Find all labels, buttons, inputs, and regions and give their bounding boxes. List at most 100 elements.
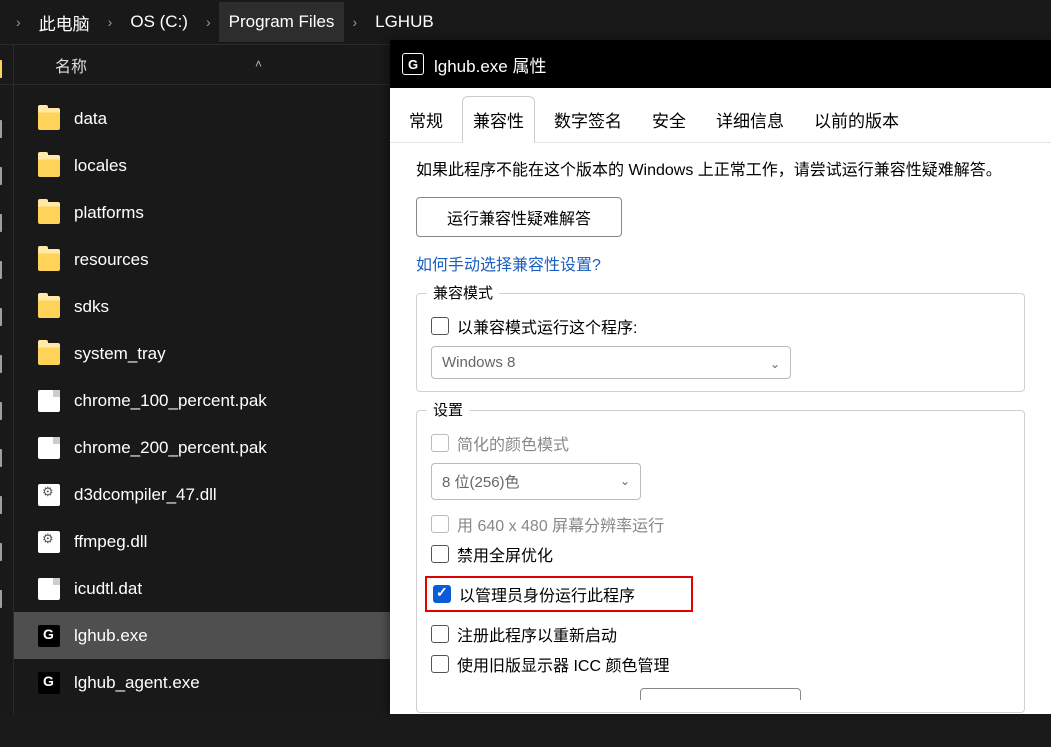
column-header-name[interactable]: 名称 ˄ <box>0 45 390 85</box>
file-row[interactable]: data <box>0 95 390 142</box>
file-name-label: sdks <box>74 297 109 317</box>
tab-details[interactable]: 详细信息 <box>705 96 795 142</box>
register-restart-row[interactable]: 注册此程序以重新启动 <box>431 622 1010 646</box>
checkbox-icon <box>431 317 449 335</box>
file-row[interactable]: resources <box>0 236 390 283</box>
chevron-down-icon: ⌄ <box>620 474 630 488</box>
dialog-tabs: 常规 兼容性 数字签名 安全 详细信息 以前的版本 <box>390 88 1051 143</box>
file-row[interactable]: chrome_100_percent.pak <box>0 377 390 424</box>
folder-icon <box>38 249 60 271</box>
file-name-label: icudtl.dat <box>74 579 142 599</box>
register-restart-label: 注册此程序以重新启动 <box>457 622 617 646</box>
color-mode-select: 8 位(256)色 ⌄ <box>431 463 641 500</box>
file-name-label: ffmpeg.dll <box>74 532 147 552</box>
legacy-icc-row[interactable]: 使用旧版显示器 ICC 颜色管理 <box>431 652 1010 676</box>
settings-group: 设置 简化的颜色模式 8 位(256)色 ⌄ 用 640 x 480 屏幕分辨率… <box>416 410 1025 713</box>
file-row[interactable]: locales <box>0 142 390 189</box>
file-row[interactable]: chrome_200_percent.pak <box>0 424 390 471</box>
chevron-icon: › <box>198 14 219 30</box>
file-icon <box>38 437 60 459</box>
simplify-colors-row: 简化的颜色模式 <box>431 431 1010 455</box>
compat-mode-select[interactable]: Windows 8 ⌄ <box>431 346 791 379</box>
file-list: data locales platforms resources sdks system_… <box>0 85 390 706</box>
file-row[interactable]: system_tray <box>0 330 390 377</box>
checkbox-checked-icon[interactable] <box>433 585 451 603</box>
compat-mode-title: 兼容模式 <box>427 282 499 303</box>
tab-general[interactable]: 常规 <box>398 96 454 142</box>
chevron-icon: › <box>344 14 365 30</box>
compat-mode-select-value: Windows 8 <box>442 354 515 371</box>
checkbox-icon <box>431 545 449 563</box>
help-link[interactable]: 如何手动选择兼容性设置? <box>416 251 601 275</box>
color-mode-value: 8 位(256)色 <box>442 474 520 491</box>
crumb-this-pc[interactable]: 此电脑 <box>29 0 100 45</box>
logitech-icon <box>38 625 60 647</box>
chevron-icon: › <box>100 14 121 30</box>
dialog-title-text: lghub.exe 属性 <box>434 52 546 77</box>
file-row[interactable]: platforms <box>0 189 390 236</box>
chevron-icon: › <box>8 14 29 30</box>
compat-mode-group: 兼容模式 以兼容模式运行这个程序: Windows 8 ⌄ <box>416 293 1025 392</box>
file-row[interactable]: lghub_agent.exe <box>0 659 390 706</box>
simplify-colors-label: 简化的颜色模式 <box>457 431 569 455</box>
run-as-admin-highlight: 以管理员身份运行此程序 <box>425 576 693 612</box>
intro-text: 如果此程序不能在这个版本的 Windows 上正常工作，请尝试运行兼容性疑难解答… <box>416 159 1025 183</box>
checkbox-icon <box>431 655 449 673</box>
column-name-label: 名称 <box>55 53 87 77</box>
properties-dialog: G lghub.exe 属性 常规 兼容性 数字签名 安全 详细信息 以前的版本… <box>390 40 1051 714</box>
file-icon <box>38 578 60 600</box>
run-640-label: 用 640 x 480 屏幕分辨率运行 <box>457 512 664 536</box>
tab-compatibility[interactable]: 兼容性 <box>462 96 535 142</box>
tab-digital-signatures[interactable]: 数字签名 <box>543 96 633 142</box>
file-name-label: locales <box>74 156 127 176</box>
folder-icon <box>38 202 60 224</box>
file-name-label: data <box>74 109 107 129</box>
logitech-icon: G <box>402 53 424 75</box>
crumb-os-c[interactable]: OS (C:) <box>120 2 198 42</box>
checkbox-icon <box>431 515 449 533</box>
tab-previous-versions[interactable]: 以前的版本 <box>803 96 910 142</box>
change-dpi-button[interactable]: 更改高 DPI 设置 <box>640 688 802 700</box>
dll-icon <box>38 484 60 506</box>
compat-mode-checkbox-row[interactable]: 以兼容模式运行这个程序: <box>431 314 1010 338</box>
file-row[interactable]: d3dcompiler_47.dll <box>0 471 390 518</box>
dialog-title-bar[interactable]: G lghub.exe 属性 <box>390 40 1051 88</box>
compat-mode-label: 以兼容模式运行这个程序: <box>457 314 637 338</box>
sort-arrow-icon: ˄ <box>255 57 262 71</box>
crumb-lghub[interactable]: LGHUB <box>365 2 444 42</box>
file-name-label: lghub.exe <box>74 626 148 646</box>
file-name-label: resources <box>74 250 149 270</box>
file-icon <box>38 390 60 412</box>
checkbox-icon <box>431 434 449 452</box>
disable-fullscreen-label: 禁用全屏优化 <box>457 542 553 566</box>
folder-icon <box>38 296 60 318</box>
tree-strip <box>0 45 14 714</box>
crumb-program-files[interactable]: Program Files <box>219 2 345 42</box>
folder-icon <box>38 343 60 365</box>
run-640-row: 用 640 x 480 屏幕分辨率运行 <box>431 512 1010 536</box>
folder-icon <box>38 155 60 177</box>
file-name-label: chrome_100_percent.pak <box>74 391 267 411</box>
file-row[interactable]: sdks <box>0 283 390 330</box>
file-row[interactable]: icudtl.dat <box>0 565 390 612</box>
tab-security[interactable]: 安全 <box>641 96 697 142</box>
troubleshoot-button[interactable]: 运行兼容性疑难解答 <box>416 197 622 237</box>
run-as-admin-label: 以管理员身份运行此程序 <box>459 582 635 606</box>
file-name-label: d3dcompiler_47.dll <box>74 485 217 505</box>
dll-icon <box>38 531 60 553</box>
file-list-pane: 名称 ˄ data locales platforms resources sdks sy… <box>0 45 390 714</box>
logitech-icon <box>38 672 60 694</box>
breadcrumb: › 此电脑 › OS (C:) › Program Files › LGHUB <box>0 0 1051 44</box>
file-name-label: lghub_agent.exe <box>74 673 200 693</box>
compatibility-panel: 如果此程序不能在这个版本的 Windows 上正常工作，请尝试运行兼容性疑难解答… <box>390 143 1051 747</box>
file-name-label: chrome_200_percent.pak <box>74 438 267 458</box>
disable-fullscreen-row[interactable]: 禁用全屏优化 <box>431 542 1010 566</box>
checkbox-icon <box>431 625 449 643</box>
file-row[interactable]: ffmpeg.dll <box>0 518 390 565</box>
settings-title: 设置 <box>427 399 469 420</box>
legacy-icc-label: 使用旧版显示器 ICC 颜色管理 <box>457 652 669 676</box>
file-name-label: platforms <box>74 203 144 223</box>
chevron-down-icon: ⌄ <box>770 357 780 371</box>
file-row[interactable]: lghub.exe <box>0 612 390 659</box>
folder-icon <box>38 108 60 130</box>
